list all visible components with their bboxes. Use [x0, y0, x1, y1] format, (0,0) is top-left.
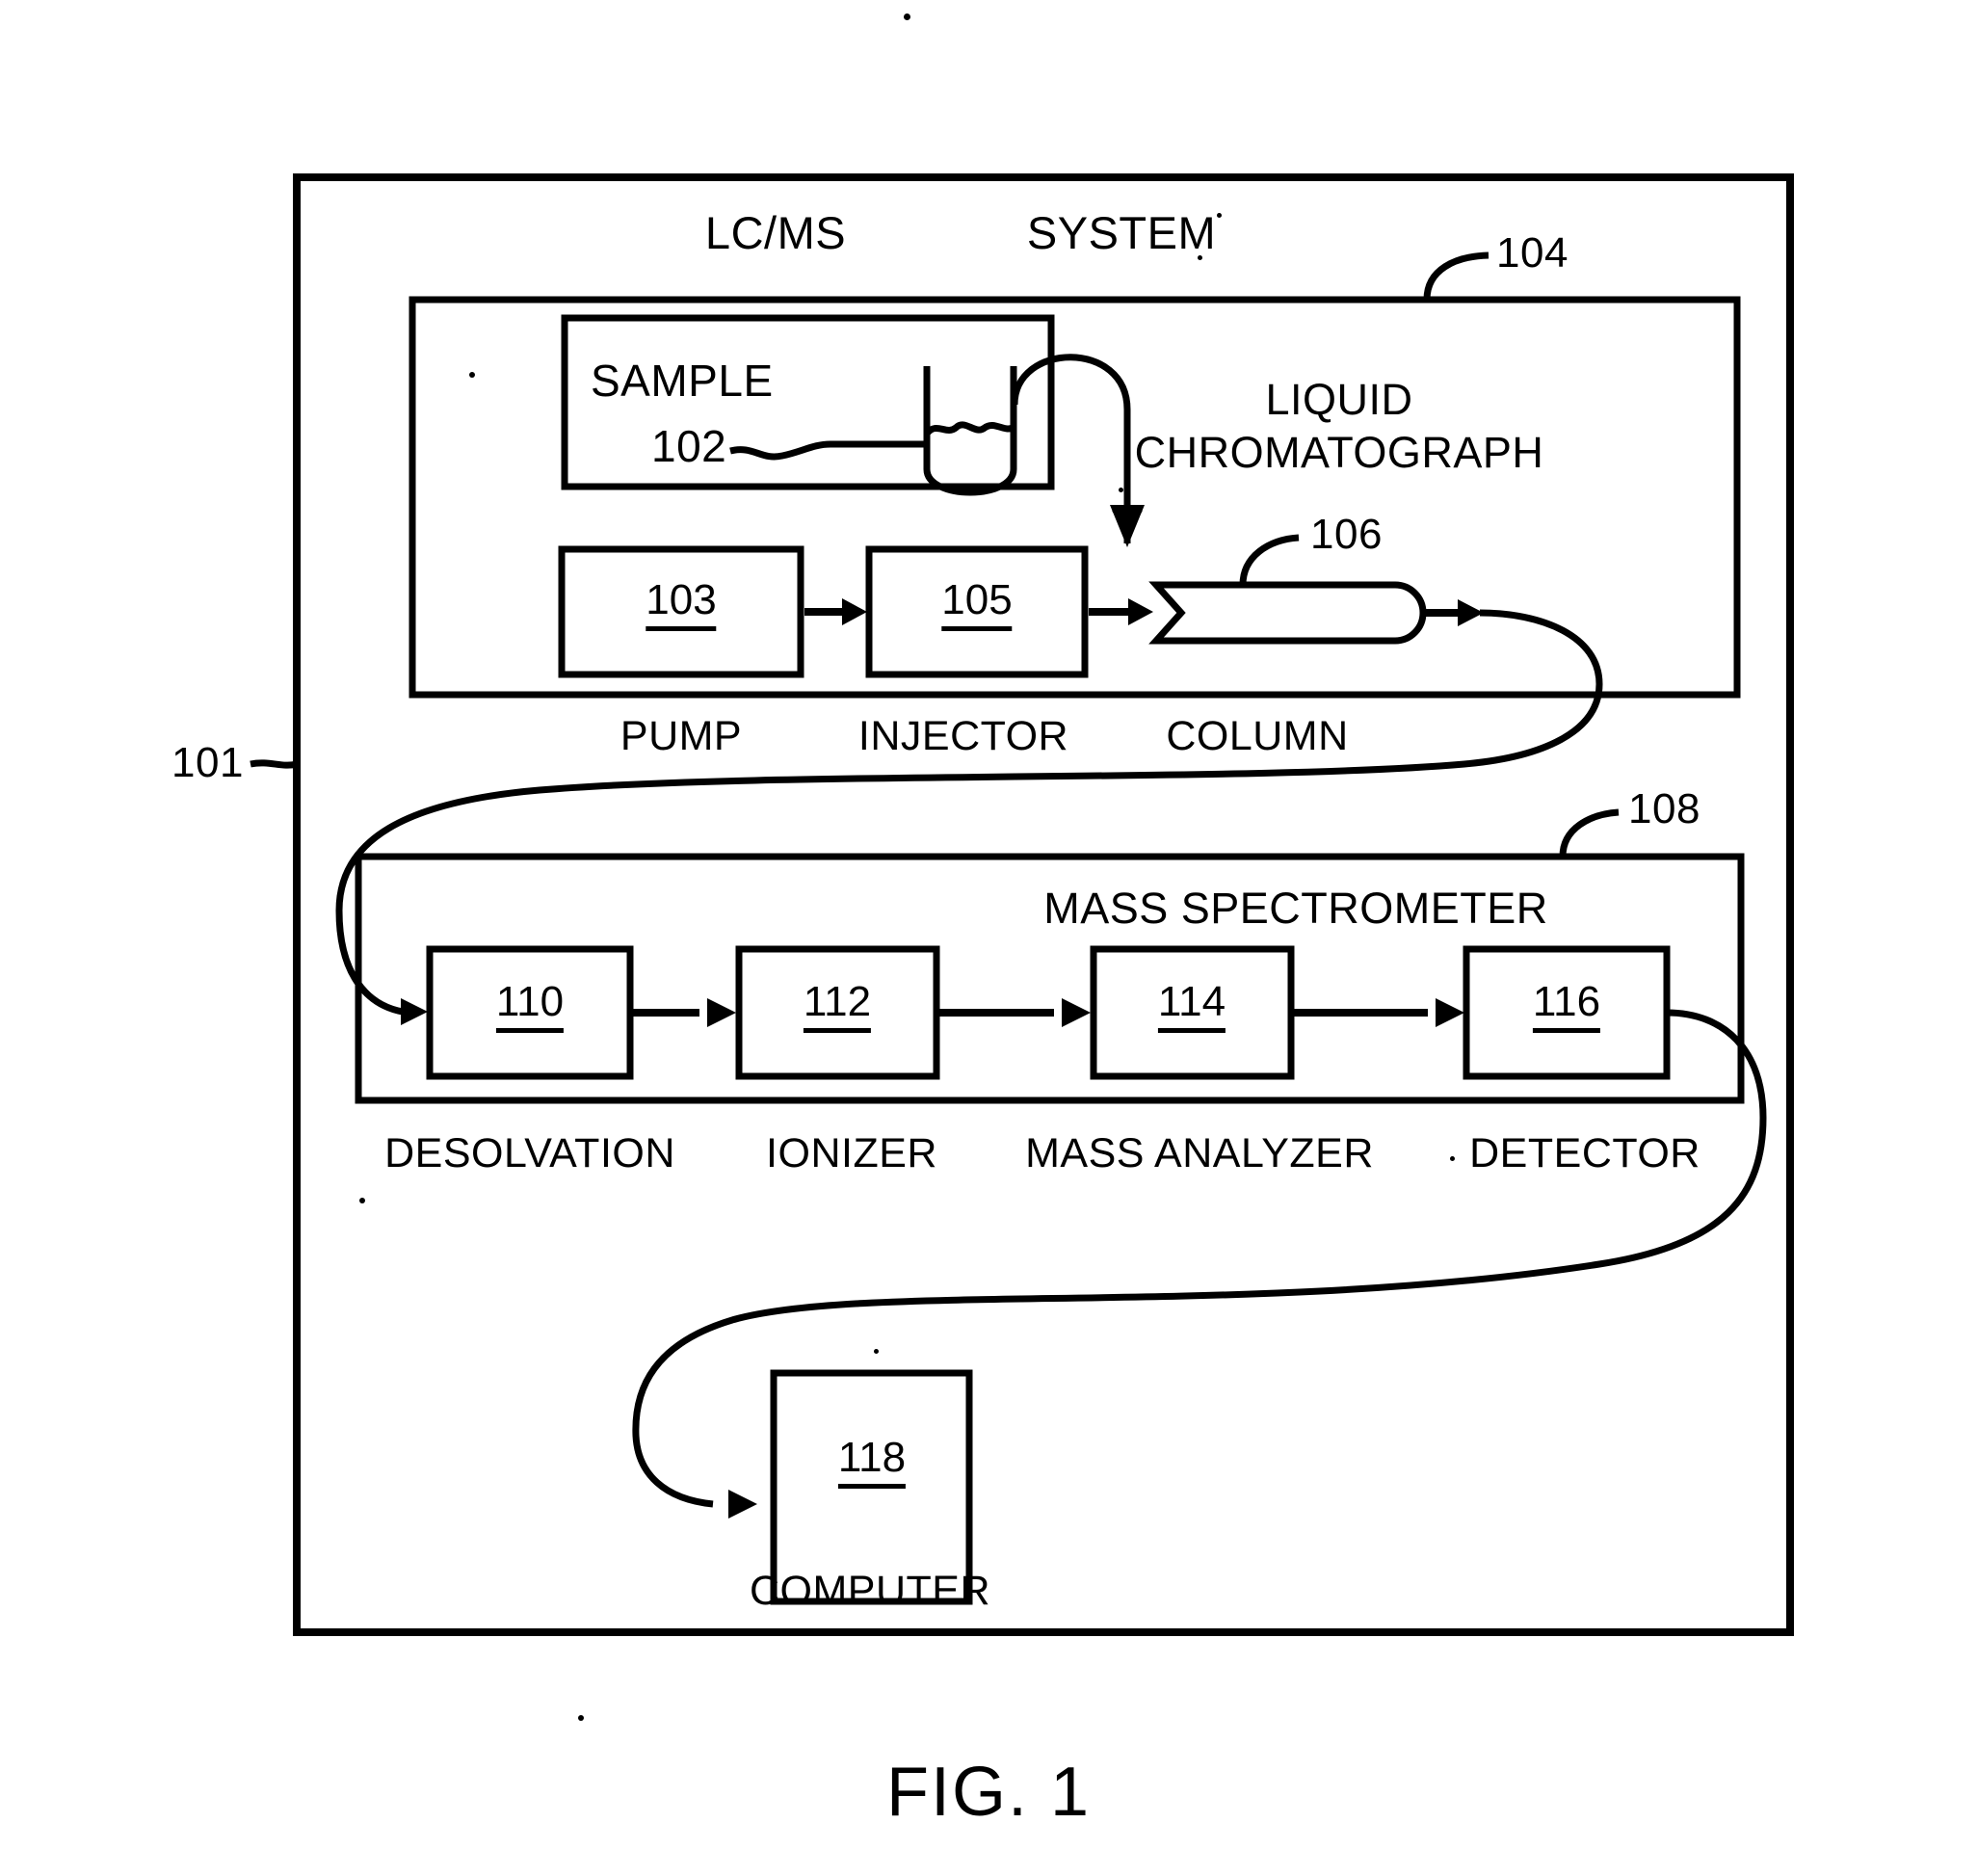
system-title-system: SYSTEM	[1026, 207, 1217, 258]
scan-speck	[1450, 1156, 1455, 1161]
scan-speck	[1217, 213, 1222, 218]
box-ref-114: 114	[1157, 981, 1226, 1033]
scan-speck	[1198, 255, 1202, 260]
scan-speck	[874, 1349, 879, 1354]
liquid-chromatograph-name-line1: LIQUID	[1265, 375, 1413, 424]
box-ref-105-text: 105	[941, 579, 1013, 631]
ref-106: 106	[1310, 511, 1383, 558]
box-ref-114-text: 114	[1157, 981, 1226, 1033]
box-ref-112-text: 112	[803, 981, 872, 1033]
mass-spectrometer-name: MASS SPECTROMETER	[1043, 884, 1548, 933]
box-ref-112: 112	[803, 981, 872, 1033]
label-desolvation: DESOLVATION	[384, 1130, 675, 1176]
label-computer: COMPUTER	[749, 1568, 991, 1614]
box-ref-105: 105	[941, 579, 1013, 631]
leader-108	[1559, 808, 1620, 858]
sample-label: SAMPLE	[591, 356, 774, 406]
flow-detector-to-computer	[632, 1009, 1767, 1508]
box-ref-116-text: 116	[1532, 981, 1601, 1033]
patent-figure-page: LC/MS SYSTEM 101 104 SAMPLE 102 LIQUID C…	[0, 0, 1977, 1876]
box-ref-118: 118	[837, 1437, 907, 1489]
scan-speck	[904, 13, 910, 20]
figure-caption: FIG. 1	[885, 1754, 1092, 1831]
sample-liquid-meniscus	[924, 421, 1016, 436]
scan-speck	[359, 1198, 365, 1203]
leader-102	[729, 440, 925, 461]
box-ref-116: 116	[1532, 981, 1601, 1033]
label-detector: DETECTOR	[1469, 1130, 1700, 1176]
ref-101: 101	[171, 739, 244, 786]
ref-102: 102	[651, 421, 727, 471]
sample-feed-tube	[1011, 354, 1131, 543]
leader-104	[1423, 251, 1489, 301]
box-ref-118-text: 118	[837, 1437, 907, 1489]
ref-104: 104	[1496, 229, 1568, 277]
column-106	[1148, 581, 1427, 645]
scan-speck	[578, 1715, 584, 1721]
liquid-chromatograph-name-line2: CHROMATOGRAPH	[1134, 428, 1544, 477]
leader-101	[250, 759, 298, 769]
box-ref-103: 103	[646, 579, 717, 631]
label-mass-analyzer: MASS ANALYZER	[1025, 1130, 1374, 1176]
ref-108: 108	[1628, 785, 1700, 832]
box-ref-110-text: 110	[495, 981, 565, 1033]
label-injector: INJECTOR	[857, 713, 1069, 759]
label-ionizer: IONIZER	[766, 1130, 937, 1176]
box-ref-103-text: 103	[646, 579, 717, 631]
scan-speck	[469, 372, 475, 378]
system-title-lcms: LC/MS	[704, 207, 847, 258]
label-column: COLUMN	[1166, 713, 1349, 759]
scan-speck	[1119, 488, 1123, 492]
leader-106	[1239, 534, 1300, 586]
label-pump: PUMP	[619, 713, 743, 759]
box-ref-110: 110	[495, 981, 565, 1033]
